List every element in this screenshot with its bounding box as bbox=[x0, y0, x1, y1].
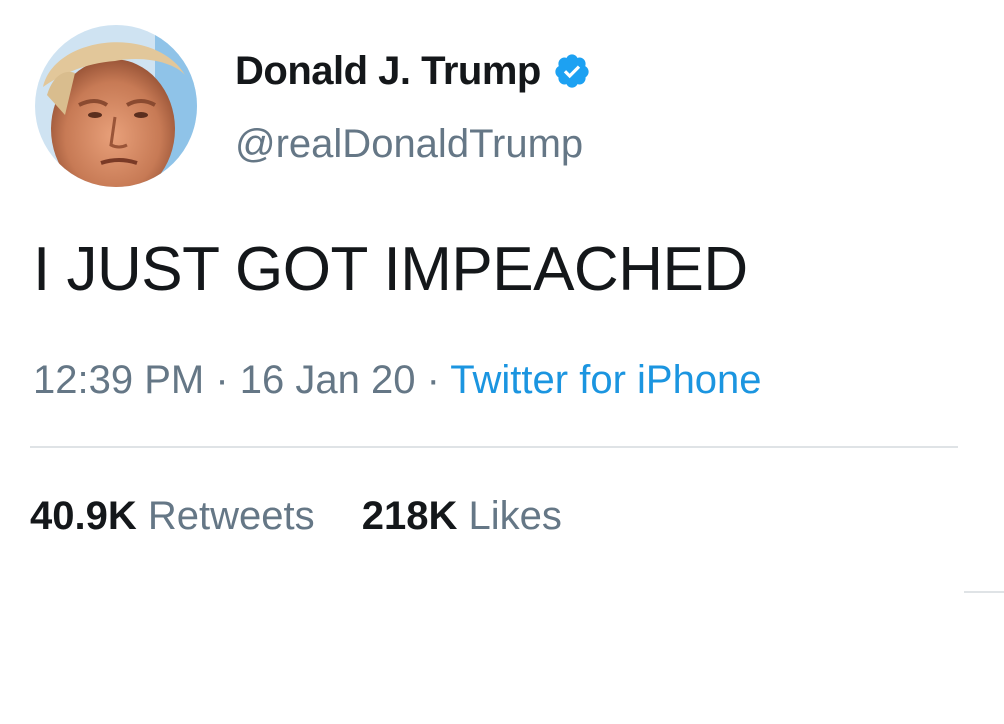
tweet-date[interactable]: 16 Jan 20 bbox=[240, 358, 416, 402]
tweet-meta: 12:39 PM · 16 Jan 20 · Twitter for iPhon… bbox=[33, 358, 762, 403]
divider-fragment bbox=[964, 591, 1004, 593]
avatar-photo-icon bbox=[35, 25, 197, 187]
retweets-stat[interactable]: 40.9K Retweets bbox=[30, 494, 326, 538]
meta-separator: · bbox=[415, 358, 451, 402]
display-name[interactable]: Donald J. Trump bbox=[235, 49, 541, 94]
likes-stat[interactable]: 218K Likes bbox=[362, 494, 562, 538]
retweets-label: Retweets bbox=[147, 494, 315, 538]
author-name-row[interactable]: Donald J. Trump bbox=[235, 48, 591, 94]
verified-badge-icon bbox=[553, 52, 591, 90]
divider bbox=[30, 446, 958, 448]
retweets-count: 40.9K bbox=[30, 494, 137, 538]
tweet-text: I JUST GOT IMPEACHED bbox=[33, 235, 748, 304]
meta-separator: · bbox=[204, 358, 240, 402]
likes-label: Likes bbox=[468, 494, 562, 538]
author-handle[interactable]: @realDonaldTrump bbox=[235, 122, 583, 167]
tweet-source-link[interactable]: Twitter for iPhone bbox=[450, 358, 761, 402]
tweet-stats: 40.9K Retweets 218K Likes bbox=[30, 494, 562, 539]
tweet-time[interactable]: 12:39 PM bbox=[33, 358, 204, 402]
tweet-card: Donald J. Trump @realDonaldTrump I JUST … bbox=[0, 0, 1004, 724]
likes-count: 218K bbox=[361, 494, 458, 538]
avatar[interactable] bbox=[35, 25, 197, 187]
